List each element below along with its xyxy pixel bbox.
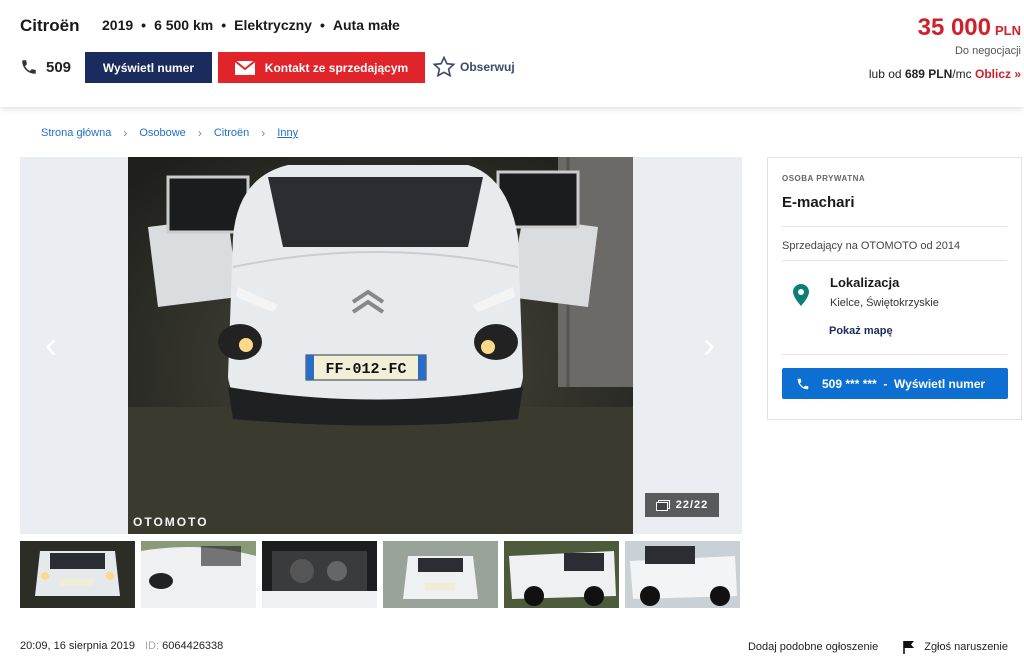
chevron-right-icon: › — [123, 126, 128, 140]
thumbnail-6[interactable] — [625, 541, 740, 608]
location-title: Lokalizacja — [830, 275, 900, 290]
show-map-link[interactable]: Pokaż mapę — [829, 325, 893, 337]
installment-info: lub od 689 PLN/mc Oblicz » — [869, 67, 1021, 81]
calculate-link[interactable]: Oblicz » — [975, 67, 1021, 81]
breadcrumb-model[interactable]: Inny — [277, 127, 298, 139]
listing-id-label: ID: — [144, 640, 160, 652]
phone-prefix: 509 — [46, 58, 72, 76]
separator-dot: • — [141, 17, 147, 33]
negotiable-label: Do negocjacji — [954, 45, 1021, 57]
divider — [782, 260, 1007, 261]
installment-prefix: lub od — [868, 67, 902, 81]
next-photo-arrow-icon[interactable]: › — [696, 325, 722, 365]
breadcrumb-category[interactable]: Osobowe — [139, 127, 185, 139]
seller-name: E-machari — [782, 194, 855, 211]
breadcrumb: Strona główna › Osobowe › Citroën › Inny — [41, 126, 298, 140]
seller-type: OSOBA PRYWATNA — [782, 174, 866, 183]
seller-phone-button[interactable]: 509 *** *** - Wyświetl numer — [782, 368, 1008, 399]
installment-amount: 689 PLN — [904, 67, 953, 81]
observe-label: Obserwuj — [460, 60, 515, 74]
seller-since: Sprzedający na OTOMOTO od 2014 — [782, 240, 961, 252]
listing-actions: Dodaj podobne ogłoszenie Zgłoś naruszeni… — [748, 640, 1008, 654]
thumbnail-2[interactable] — [141, 541, 256, 608]
report-label: Zgłoś naruszenie — [924, 641, 1008, 653]
star-icon — [432, 55, 456, 78]
car-params: 2019 • 6 500 km • Elektryczny • Auta mał… — [102, 17, 400, 33]
car-photo-image: FF-012-FC — [128, 157, 633, 534]
thumbnail-4[interactable] — [383, 541, 498, 608]
main-photo[interactable]: FF-012-FC — [128, 157, 633, 534]
price-currency: PLN — [995, 23, 1021, 38]
envelope-icon — [234, 60, 255, 75]
otomoto-watermark: OTOMOTO — [133, 515, 209, 529]
chevron-right-icon: › — [197, 126, 202, 140]
installment-suffix: /mc — [952, 67, 972, 81]
show-number-button[interactable]: Wyświetl numer — [85, 52, 212, 83]
seller-box: OSOBA PRYWATNA E-machari Sprzedający na … — [767, 157, 1022, 420]
price: 35 000 PLN — [918, 14, 1021, 42]
seller-phone-label: 509 *** *** - Wyświetl numer — [822, 376, 986, 391]
breadcrumb-home[interactable]: Strona główna — [41, 127, 111, 139]
observe-button[interactable]: Obserwuj — [432, 55, 515, 79]
photo-counter-text: 22/22 — [675, 499, 709, 511]
previous-photo-arrow-icon[interactable]: ‹ — [38, 325, 64, 365]
breadcrumb-brand[interactable]: Citroën — [214, 127, 249, 139]
contact-seller-label: Kontakt ze sprzedającym — [264, 60, 409, 75]
separator-dot: • — [319, 17, 325, 33]
report-link[interactable]: Zgłoś naruszenie — [902, 640, 1008, 654]
photo-gallery: FF-012-FC ‹ › 22/22 OTOMOTO — [20, 157, 742, 534]
thumbnail-5[interactable] — [504, 541, 619, 608]
brand-title: Citroën — [20, 16, 80, 35]
divider — [782, 354, 1007, 355]
listing-date: 20:09, 16 sierpnia 2019 — [20, 640, 135, 652]
param-category: Auta małe — [332, 17, 400, 33]
contact-seller-button[interactable]: Kontakt ze sprzedającym — [218, 52, 425, 83]
param-fuel: Elektryczny — [234, 17, 312, 33]
separator-dot: • — [221, 17, 227, 33]
sticky-header: Citroën 2019 • 6 500 km • Elektryczny • … — [0, 0, 1024, 107]
photo-counter: 22/22 — [645, 493, 719, 517]
thumbnail-1[interactable] — [20, 541, 135, 608]
param-mileage: 6 500 km — [154, 17, 214, 33]
divider — [782, 226, 1007, 227]
listing-meta: 20:09, 16 sierpnia 2019 ID: 6064426338 — [20, 640, 223, 652]
chevron-right-icon: › — [261, 126, 266, 140]
price-amount: 35 000 — [917, 14, 991, 41]
location-pin-icon — [793, 284, 809, 311]
phone-preview[interactable]: 509 — [20, 58, 71, 76]
thumbnail-strip — [20, 541, 740, 608]
phone-icon — [22, 60, 36, 74]
phone-icon — [797, 378, 809, 389]
gallery-icon — [655, 499, 670, 511]
add-similar-link[interactable]: Dodaj podobne ogłoszenie — [748, 641, 878, 653]
location-value: Kielce, Świętokrzyskie — [830, 297, 939, 309]
param-year: 2019 — [102, 17, 134, 33]
license-plate: FF-012-FC — [325, 361, 406, 378]
thumbnail-3[interactable] — [262, 541, 377, 608]
listing-id: 6064426338 — [162, 640, 224, 652]
flag-icon — [903, 641, 915, 654]
